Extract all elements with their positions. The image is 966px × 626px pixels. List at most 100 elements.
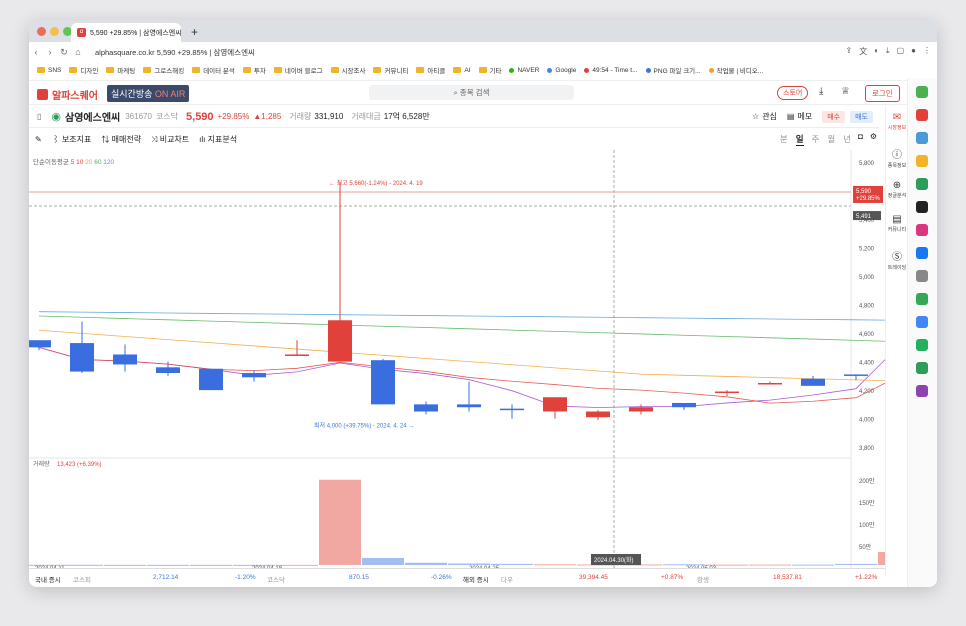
bookmark-item[interactable]: NAVER <box>509 67 539 74</box>
period-tab[interactable]: 주 <box>812 133 820 146</box>
translate-icon[interactable]: 文 <box>859 46 867 57</box>
extension-icon[interactable] <box>916 178 928 190</box>
bookmark-item[interactable]: PNG 파일 크기... <box>645 65 701 75</box>
profile-icon[interactable]: ● <box>911 46 916 57</box>
settings-icon[interactable]: ⚙ <box>870 132 877 141</box>
bookmark-item[interactable]: 디자인 <box>69 65 98 75</box>
home-icon[interactable]: ⌂ <box>71 47 85 57</box>
aux-indicator-button[interactable]: ⌇ 보조지표 <box>52 134 92 145</box>
extension-icon[interactable] <box>916 247 928 259</box>
candle-body[interactable] <box>70 343 94 372</box>
period-tab[interactable]: 일 <box>795 133 804 146</box>
download-app-icon[interactable]: ⤓ <box>819 86 823 97</box>
download-icon[interactable]: ⤓ <box>886 46 890 57</box>
candle-body[interactable] <box>113 354 137 365</box>
candle-body[interactable] <box>844 374 868 376</box>
indicator-analysis-button[interactable]: ılı 지표분석 <box>199 134 237 145</box>
period-tab[interactable]: 년 <box>843 133 851 146</box>
sidebar-item[interactable]: ⓘ 종목정보 <box>886 146 908 169</box>
extension-icon[interactable] <box>916 224 928 236</box>
extension-icon[interactable] <box>916 201 928 213</box>
bookmark-item[interactable]: AI <box>453 67 471 74</box>
candle-body[interactable] <box>371 360 395 405</box>
price-chart[interactable]: 5,8005,6005,4005,2005,0004,8004,6004,400… <box>29 150 885 570</box>
camera-icon[interactable]: ◘ <box>858 132 863 141</box>
login-button[interactable]: 로그인 <box>865 85 900 102</box>
menu-icon[interactable]: ⋮ <box>923 46 931 57</box>
bookmark-item[interactable]: SNS <box>37 67 61 74</box>
extension-icon[interactable] <box>916 339 928 351</box>
candle-body[interactable] <box>801 378 825 386</box>
candle-body[interactable] <box>758 382 782 385</box>
candle-body[interactable] <box>199 368 223 391</box>
bookmark-item[interactable]: 투자 <box>242 65 266 75</box>
sidebar-item[interactable]: ▤ 커뮤니티 <box>886 214 908 233</box>
candle-body[interactable] <box>543 397 567 412</box>
compare-chart-button[interactable]: ⤨ 비교차트 <box>151 134 189 145</box>
extension-icon[interactable] <box>916 155 928 167</box>
bookmark-item[interactable]: 마케팅 <box>106 65 135 75</box>
star-icon[interactable]: ☆ <box>752 112 759 121</box>
candle-body[interactable] <box>328 320 352 362</box>
bookmark-item[interactable]: 작업물 | 비디오... <box>708 65 763 75</box>
extension-icon[interactable] <box>916 293 928 305</box>
forward-icon[interactable]: › <box>43 47 57 57</box>
extension-icon[interactable] <box>916 132 928 144</box>
memo-button[interactable]: 메모 <box>797 111 812 122</box>
candle-body[interactable] <box>586 411 610 418</box>
extension-icon[interactable] <box>916 362 928 374</box>
sell-button[interactable]: 매도 <box>850 110 873 123</box>
extension-icon[interactable] <box>916 86 928 98</box>
share-icon[interactable]: ⇪ <box>846 46 853 57</box>
minimize-window-button[interactable] <box>50 27 59 36</box>
bookmark-item[interactable]: 시장조사 <box>330 65 365 75</box>
bookmark-item[interactable]: 네이버 블로그 <box>273 65 323 75</box>
extension-icon[interactable]: ◐ <box>874 46 879 57</box>
extension-icon[interactable] <box>916 316 928 328</box>
bookmark-item[interactable]: 아티클 <box>416 65 445 75</box>
period-tab[interactable]: 분 <box>780 133 788 146</box>
candle-body[interactable] <box>500 408 524 411</box>
watch-button[interactable]: 관심 <box>762 111 777 122</box>
candle-body[interactable] <box>414 404 438 412</box>
bookmark-item[interactable]: 데이터 분석 <box>192 65 235 75</box>
extension-icon[interactable] <box>916 270 928 282</box>
bookmark-item[interactable]: 그로스해킹 <box>143 65 184 75</box>
bookmark-item[interactable]: 49:54 - Time t... <box>584 67 638 74</box>
candle-body[interactable] <box>29 340 51 348</box>
sidebar-icon[interactable]: ▢ <box>897 46 905 57</box>
candle-body[interactable] <box>156 367 180 374</box>
candle-body[interactable] <box>285 354 309 356</box>
new-tab-icon[interactable]: + <box>191 25 198 39</box>
reload-icon[interactable]: ↻ <box>57 47 71 58</box>
buy-button[interactable]: 매수 <box>822 110 846 123</box>
candle-body[interactable] <box>457 404 481 408</box>
sidebar-item[interactable]: ⊕ 정글분석 <box>886 180 908 199</box>
stock-search-input[interactable]: ⌕ 종목 검색 <box>369 85 574 100</box>
folder-icon <box>37 67 45 73</box>
app-logo[interactable]: 알파스퀘어 <box>37 87 98 102</box>
candle-body[interactable] <box>715 391 739 394</box>
browser-tab[interactable]: α5,590 +29.85% | 삼영에스엔씨× <box>71 23 181 42</box>
url-field[interactable]: alphasquare.co.kr 5,590 +29.85% | 삼영에스엔씨 <box>95 47 255 58</box>
sidebar-item[interactable]: Ⓢ 트레이딩 <box>886 248 908 271</box>
candle-body[interactable] <box>672 402 696 408</box>
draw-icon[interactable]: ✎ <box>35 135 42 144</box>
period-tab[interactable]: 월 <box>827 133 835 146</box>
candle-body[interactable] <box>242 373 266 378</box>
bookmark-item[interactable]: Google <box>547 67 576 74</box>
sidebar-item[interactable]: ✉ 시장정보 <box>886 112 908 131</box>
extension-icon[interactable] <box>916 109 928 121</box>
candle-body[interactable] <box>629 407 653 412</box>
store-button[interactable]: 스토어 <box>777 86 809 100</box>
live-broadcast-button[interactable]: 실시간방송 ON AIR <box>107 85 190 102</box>
bookmark-item[interactable]: 기타 <box>478 65 501 75</box>
memo-icon[interactable]: ▤ <box>787 112 795 121</box>
trade-strategy-button[interactable]: ⇅ 매매전략 <box>101 134 141 145</box>
trophy-icon[interactable]: ♕ <box>841 86 850 97</box>
extension-icon[interactable] <box>916 385 928 397</box>
close-window-button[interactable] <box>37 27 46 36</box>
bookmark-item[interactable]: 커뮤니티 <box>373 65 408 75</box>
panel-toggle-icon[interactable]: ▯ <box>37 112 41 121</box>
back-icon[interactable]: ‹ <box>29 47 43 57</box>
